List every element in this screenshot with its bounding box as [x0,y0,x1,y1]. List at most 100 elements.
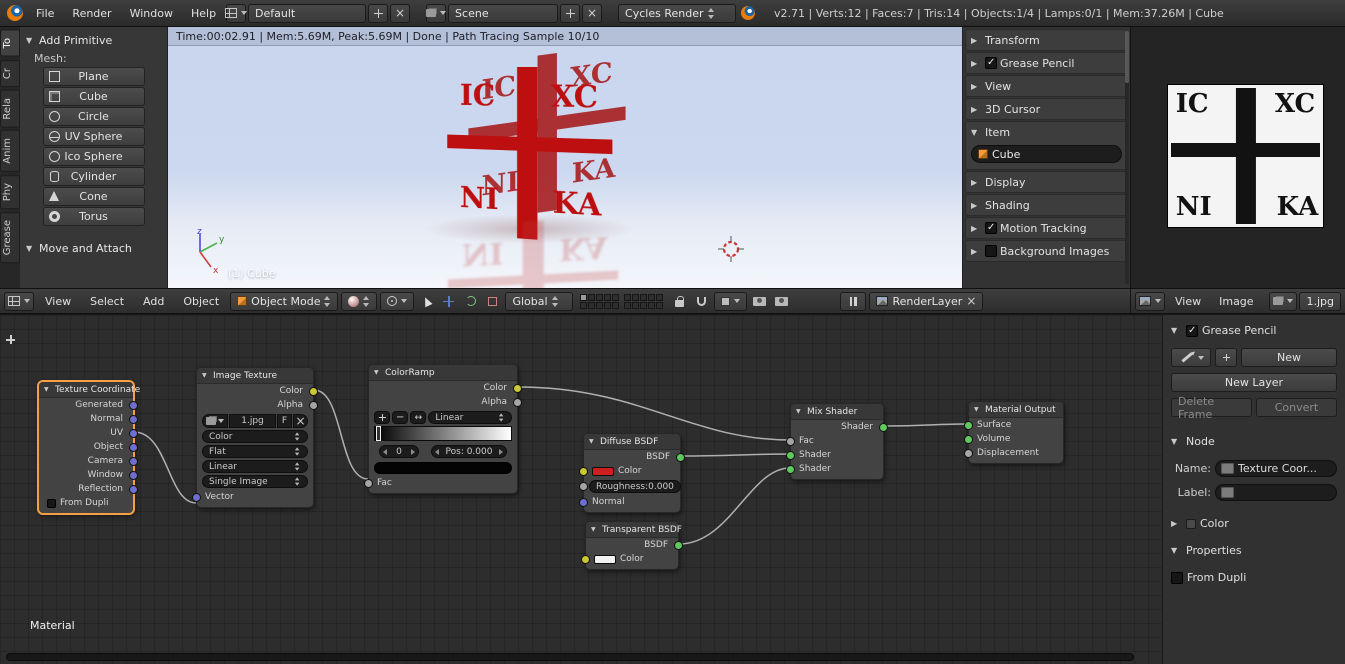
delete-stop-button[interactable] [392,411,409,424]
collapse-arrow-icon[interactable] [1171,437,1182,446]
image-browse-button[interactable] [202,414,228,428]
collapse-arrow-icon[interactable] [971,247,982,256]
add-scene-button[interactable] [560,3,581,23]
scene-name[interactable]: Scene [448,3,559,23]
output-socket-uv[interactable] [129,428,138,438]
add-mesh-cone-button[interactable]: Cone [42,187,145,206]
color-space-selector[interactable]: Color [202,430,308,443]
collapse-arrow-icon[interactable] [971,82,982,91]
node-header[interactable]: ColorRamp [369,365,517,381]
roughness-slider[interactable]: Roughness:0.000 [589,480,681,493]
tab-grease-pencil[interactable]: Grease [0,212,20,264]
stop-index-stepper[interactable]: 0 [379,445,419,458]
panel-transform[interactable]: Transform [965,29,1128,51]
tab-animation[interactable]: Anim [0,130,20,172]
panel-display[interactable]: Display [965,171,1128,193]
menu-object[interactable]: Object [175,289,227,313]
gradient-stop-handle[interactable] [376,426,381,441]
draw-mode-selector[interactable] [1171,348,1211,367]
snap-element-selector[interactable] [714,291,748,311]
diffuse-color-swatch[interactable] [592,466,614,476]
add-layout-button[interactable] [368,3,389,23]
input-socket-shader-1[interactable] [786,450,795,460]
delete-frame-button[interactable]: Delete Frame [1171,395,1252,421]
cursor-3d-icon[interactable] [718,236,744,262]
collapse-arrow-icon[interactable] [44,386,52,393]
output-socket-color[interactable] [513,383,522,393]
tab-physics[interactable]: Phy [0,174,20,210]
editor-type-selector[interactable] [4,291,34,311]
screen-layout-name[interactable]: Default [248,3,367,23]
screen-layout-browse-button[interactable] [225,3,248,23]
image-datablock-name[interactable]: 1.jpg [1299,291,1341,311]
npanel-scrollbar[interactable] [1125,31,1129,284]
input-socket-volume[interactable] [964,434,973,444]
node-header[interactable]: Mix Shader [791,404,883,420]
output-socket-normal[interactable] [129,414,138,424]
tab-create[interactable]: Cr [0,59,20,87]
add-primitive-panel-header[interactable]: Add Primitive [20,32,167,49]
add-stop-button[interactable] [374,411,390,424]
layers-widget[interactable] [580,293,664,309]
output-socket-shader[interactable] [879,422,888,432]
mode-selector[interactable]: Object Mode [230,291,339,311]
collapse-arrow-icon[interactable] [591,526,599,533]
input-socket-displacement[interactable] [964,448,973,458]
add-grease-pencil-button[interactable] [1215,348,1237,367]
pivot-point-selector[interactable] [380,291,415,311]
image-editor-view[interactable]: IC XC NI KA [1130,27,1345,288]
add-mesh-cylinder-button[interactable]: Cylinder [42,167,145,186]
transform-orientation-selector[interactable]: Global [505,291,574,311]
ramp-interpolation-selector[interactable]: Linear [428,411,512,424]
transparent-color-swatch[interactable] [594,554,616,564]
scene-browse-button[interactable] [426,3,447,23]
menu-add[interactable]: Add [135,289,172,313]
collapse-arrow-icon[interactable] [202,372,210,379]
tab-relations[interactable]: Rela [0,89,20,128]
add-mesh-torus-button[interactable]: Torus [42,207,145,226]
node-colorramp[interactable]: ColorRamp Color Alpha Linear 0 Pos: 0.00… [364,364,522,494]
node-material-output[interactable]: Material Output Surface Volume Displacem… [964,401,1064,464]
flip-ramp-button[interactable] [410,411,427,424]
panel-shading[interactable]: Shading [965,194,1128,216]
object-name-field[interactable]: Cube [971,145,1122,163]
grease-pencil-checkbox[interactable] [985,57,997,69]
menu-file[interactable]: File [28,0,62,26]
image-browse-button[interactable] [1269,291,1298,311]
pause-render-button[interactable] [840,291,867,311]
image-name-field[interactable]: 1.jpg [229,414,276,428]
panel-grease-pencil[interactable]: Grease Pencil [965,52,1128,74]
colorramp-gradient[interactable] [374,426,512,441]
collapse-arrow-icon[interactable] [974,406,982,413]
properties-panel-header[interactable]: Properties [1171,544,1337,557]
output-socket-object[interactable] [129,442,138,452]
node-panel-header[interactable]: Node [1171,435,1337,448]
collapse-arrow-icon[interactable] [1171,546,1182,555]
menu-view[interactable]: View [37,289,79,313]
input-socket-surface[interactable] [964,420,973,430]
output-socket-bsdf[interactable] [674,540,683,550]
add-mesh-icosphere-button[interactable]: Ico Sphere [42,147,145,166]
add-mesh-circle-button[interactable]: Circle [42,107,145,126]
opengl-render-anim-button[interactable] [772,292,791,311]
collapse-arrow-icon[interactable] [971,224,982,233]
new-layer-button[interactable]: New Layer [1171,373,1337,392]
snap-toggle-button[interactable] [692,292,711,311]
collapse-arrow-icon[interactable] [1171,519,1182,528]
panel-motion-tracking[interactable]: Motion Tracking [965,217,1128,239]
motion-tracking-checkbox[interactable] [985,222,997,234]
background-images-checkbox[interactable] [985,245,997,257]
fake-user-button[interactable]: F [277,414,292,428]
add-mesh-cube-button[interactable]: Cube [42,87,145,106]
layer-group-1[interactable] [580,293,620,309]
node-texture-coordinate[interactable]: Texture Coordinate Generated Normal UV O… [38,381,140,514]
stop-color-swatch[interactable] [374,462,512,474]
opengl-render-button[interactable] [750,292,769,311]
output-socket-generated[interactable] [129,400,138,410]
collapse-arrow-icon[interactable] [971,178,982,187]
panel-3d-cursor[interactable]: 3D Cursor [965,98,1128,120]
manipulator-pointer-button[interactable] [417,292,436,311]
input-socket-roughness[interactable] [579,482,588,491]
collapse-arrow-icon[interactable] [971,59,982,68]
menu-help[interactable]: Help [183,0,224,26]
